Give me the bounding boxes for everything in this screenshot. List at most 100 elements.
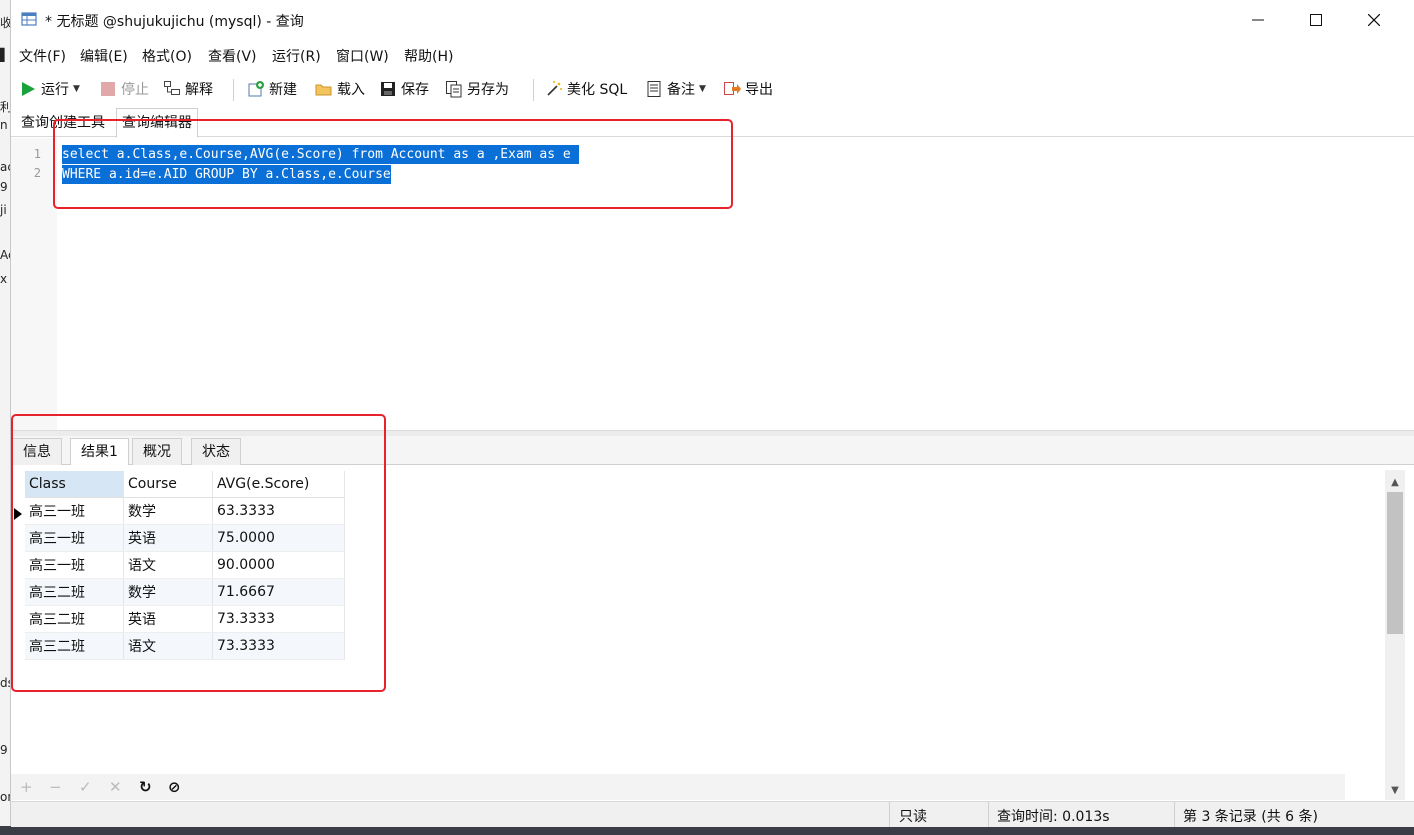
table-row[interactable]: 高三一班 语文 90.0000 xyxy=(25,551,345,579)
save-as-button[interactable]: 另存为 xyxy=(445,78,509,100)
table-row[interactable]: 高三二班 英语 73.3333 xyxy=(25,605,345,633)
column-header-avg-score[interactable]: AVG(e.Score) xyxy=(212,471,345,498)
export-icon xyxy=(724,82,741,95)
add-record-icon[interactable]: + xyxy=(20,778,33,796)
query-window: * 无标题 @shujukujichu (mysql) - 查询 文件(F) 编… xyxy=(10,0,1414,827)
status-separator xyxy=(1174,802,1175,827)
save-label: 保存 xyxy=(401,82,429,98)
background-window-edge: 收 ▌ 利 n ac 9 ji Ac x ds 9 on xyxy=(0,0,10,835)
cell-avg-score[interactable]: 75.0000 xyxy=(212,524,345,552)
status-bar: 只读 查询时间: 0.013s 第 3 条记录 (共 6 条) xyxy=(11,801,1414,827)
run-button[interactable]: 运行 ▼ xyxy=(19,78,80,100)
cell-avg-score[interactable]: 71.6667 xyxy=(212,578,345,606)
cell-course[interactable]: 英语 xyxy=(123,605,213,633)
cell-avg-score[interactable]: 90.0000 xyxy=(212,551,345,579)
cell-class[interactable]: 高三一班 xyxy=(25,524,124,552)
comment-button[interactable]: 备注 ▼ xyxy=(645,78,706,100)
status-separator xyxy=(889,802,890,827)
table-row[interactable]: 高三一班 英语 75.0000 xyxy=(25,524,345,552)
cell-course[interactable]: 数学 xyxy=(123,497,213,525)
beautify-sql-button[interactable]: 美化 SQL xyxy=(545,78,627,100)
menu-window[interactable]: 窗口(W) xyxy=(336,46,389,66)
cell-class[interactable]: 高三二班 xyxy=(25,605,124,633)
tab-query-editor[interactable]: 查询编辑器 xyxy=(116,108,198,138)
menu-help[interactable]: 帮助(H) xyxy=(404,46,453,66)
toolbar: 运行 ▼ 停止 解释 新建 载入 保存 另存为 美化 SQL 备注 ▼ 导出 xyxy=(11,74,1414,104)
code-line[interactable]: WHERE a.id=e.AID GROUP BY a.Class,e.Cour… xyxy=(62,165,391,184)
tab-info[interactable]: 信息 xyxy=(12,438,62,465)
save-button[interactable]: 保存 xyxy=(379,78,429,100)
cell-course[interactable]: 语文 xyxy=(123,632,213,660)
tab-status[interactable]: 状态 xyxy=(191,438,241,465)
menu-bar: 文件(F) 编辑(E) 格式(O) 查看(V) 运行(R) 窗口(W) 帮助(H… xyxy=(11,44,1414,68)
table-row[interactable]: 高三一班 数学 63.3333 xyxy=(25,497,345,525)
stop-fetch-icon[interactable]: ⊘ xyxy=(168,778,181,796)
status-separator xyxy=(988,802,989,827)
result-grid[interactable]: Class Course AVG(e.Score) 高三一班 数学 63.333… xyxy=(11,465,1385,773)
cell-class[interactable]: 高三一班 xyxy=(25,551,124,579)
export-button[interactable]: 导出 xyxy=(723,78,773,100)
refresh-icon[interactable]: ↻ xyxy=(139,778,152,796)
header-row: Class Course AVG(e.Score) xyxy=(25,471,345,498)
title-bar: * 无标题 @shujukujichu (mysql) - 查询 xyxy=(11,0,1414,40)
run-label: 运行 xyxy=(41,82,69,98)
column-header-course[interactable]: Course xyxy=(123,471,213,498)
explain-button[interactable]: 解释 xyxy=(163,78,213,100)
cell-avg-score[interactable]: 73.3333 xyxy=(212,632,345,660)
vertical-scrollbar[interactable]: ▲ ▼ xyxy=(1385,470,1405,800)
tab-profile[interactable]: 概况 xyxy=(132,438,182,465)
sql-editor[interactable]: 1 2 select a.Class,e.Course,AVG(e.Score)… xyxy=(11,138,1414,430)
apply-changes-icon[interactable]: ✓ xyxy=(79,778,92,796)
column-header-class[interactable]: Class xyxy=(25,471,124,498)
tab-query-builder[interactable]: 查询创建工具 xyxy=(16,111,110,136)
toolbar-separator xyxy=(533,79,534,101)
line-number: 1 xyxy=(33,147,41,161)
result-table: Class Course AVG(e.Score) 高三一班 数学 63.333… xyxy=(25,471,345,660)
menu-file[interactable]: 文件(F) xyxy=(19,46,66,66)
menu-view[interactable]: 查看(V) xyxy=(208,46,257,66)
grid-action-bar: + − ✓ ✕ ↻ ⊘ xyxy=(11,774,1345,800)
window-title: * 无标题 @shujukujichu (mysql) - 查询 xyxy=(45,14,304,30)
cell-course[interactable]: 数学 xyxy=(123,578,213,606)
new-button[interactable]: 新建 xyxy=(247,78,297,100)
cell-avg-score[interactable]: 73.3333 xyxy=(212,605,345,633)
save-as-label: 另存为 xyxy=(467,82,509,98)
save-as-icon xyxy=(446,81,462,98)
explain-icon xyxy=(164,81,180,95)
tab-result1[interactable]: 结果1 xyxy=(70,438,129,466)
cell-avg-score[interactable]: 63.3333 xyxy=(212,497,345,525)
minimize-button[interactable] xyxy=(1229,0,1287,40)
toolbar-separator xyxy=(233,79,234,101)
cell-course[interactable]: 语文 xyxy=(123,551,213,579)
close-button[interactable] xyxy=(1345,0,1403,40)
delete-record-icon[interactable]: − xyxy=(49,778,62,796)
cell-class[interactable]: 高三一班 xyxy=(25,497,124,525)
load-button[interactable]: 载入 xyxy=(315,78,365,100)
note-icon xyxy=(647,81,661,97)
explain-label: 解释 xyxy=(185,82,213,98)
table-row[interactable]: 高三二班 语文 73.3333 xyxy=(25,632,345,660)
minimize-icon xyxy=(1252,19,1264,21)
menu-run[interactable]: 运行(R) xyxy=(272,46,321,66)
background-taskbar-edge xyxy=(0,826,1414,835)
discard-changes-icon[interactable]: ✕ xyxy=(109,778,122,796)
magic-wand-icon xyxy=(547,81,562,96)
table-row[interactable]: 高三二班 数学 71.6667 xyxy=(25,578,345,606)
comment-dropdown-icon[interactable]: ▼ xyxy=(699,84,706,94)
save-icon xyxy=(381,82,395,96)
folder-open-icon xyxy=(315,84,332,96)
cell-class[interactable]: 高三二班 xyxy=(25,578,124,606)
menu-edit[interactable]: 编辑(E) xyxy=(80,46,128,66)
scroll-down-icon[interactable]: ▼ xyxy=(1385,780,1405,800)
cell-class[interactable]: 高三二班 xyxy=(25,632,124,660)
stop-button[interactable]: 停止 xyxy=(99,78,149,100)
code-line[interactable]: select a.Class,e.Course,AVG(e.Score) fro… xyxy=(62,145,579,164)
run-dropdown-icon[interactable]: ▼ xyxy=(73,84,80,94)
scroll-up-icon[interactable]: ▲ xyxy=(1385,472,1405,492)
scrollbar-thumb[interactable] xyxy=(1387,492,1403,634)
maximize-button[interactable] xyxy=(1287,0,1345,40)
current-row-indicator-icon xyxy=(14,508,22,520)
menu-format[interactable]: 格式(O) xyxy=(142,46,192,66)
cell-course[interactable]: 英语 xyxy=(123,524,213,552)
maximize-icon xyxy=(1310,14,1322,26)
